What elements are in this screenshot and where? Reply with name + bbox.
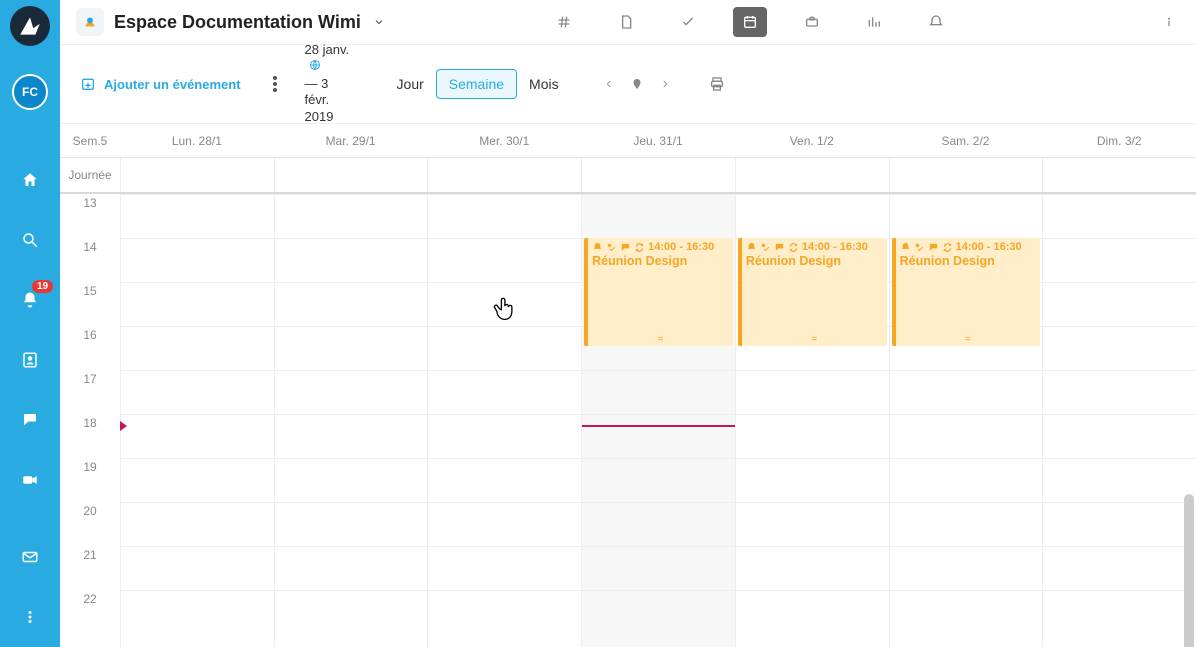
hour-label: 17 bbox=[60, 370, 120, 414]
documents-icon[interactable] bbox=[609, 7, 643, 37]
day-column[interactable]: 14:00 - 16:30Réunion Design= bbox=[581, 194, 735, 647]
search-icon[interactable] bbox=[0, 210, 60, 270]
today-button[interactable] bbox=[623, 70, 651, 98]
add-event-label: Ajouter un événement bbox=[104, 77, 241, 92]
calendar-toolbar: Ajouter un événement 28 janv. — 3 févr. … bbox=[60, 44, 1196, 124]
add-event-button[interactable]: Ajouter un événement bbox=[80, 76, 241, 92]
prev-week-button[interactable] bbox=[595, 70, 623, 98]
hour-label: 16 bbox=[60, 326, 120, 370]
calendar-grid: 13141516171819202122 14:00 - 16:30Réunio… bbox=[60, 194, 1196, 647]
calendar-event[interactable]: 14:00 - 16:30Réunion Design= bbox=[584, 238, 733, 346]
left-sidebar: FC 19 bbox=[0, 0, 60, 647]
workspace-chevron-icon[interactable] bbox=[365, 0, 393, 44]
day-header: Mer. 30/1 bbox=[427, 124, 581, 157]
avatar-initials: FC bbox=[22, 85, 38, 99]
main-area: Espace Documentation Wimi Ajouter un évé… bbox=[60, 0, 1196, 647]
day-column[interactable]: 14:00 - 16:30Réunion Design= bbox=[735, 194, 889, 647]
workspace-title: Espace Documentation Wimi bbox=[114, 12, 361, 33]
toolbar-more-icon[interactable] bbox=[265, 76, 285, 92]
day-header: Ven. 1/2 bbox=[735, 124, 889, 157]
day-column[interactable] bbox=[427, 194, 581, 647]
allday-row: Journée bbox=[60, 158, 1196, 194]
day-header: Sam. 2/2 bbox=[889, 124, 1043, 157]
home-icon[interactable] bbox=[0, 150, 60, 210]
app-logo[interactable] bbox=[10, 6, 50, 46]
view-week-button[interactable]: Semaine bbox=[436, 69, 517, 99]
days-columns: 14:00 - 16:30Réunion Design=14:00 - 16:3… bbox=[120, 194, 1196, 647]
top-bar: Espace Documentation Wimi bbox=[60, 0, 1196, 44]
calendar-event[interactable]: 14:00 - 16:30Réunion Design= bbox=[892, 238, 1041, 346]
notifications-badge: 19 bbox=[30, 278, 55, 295]
contacts-icon[interactable] bbox=[0, 330, 60, 390]
globe-icon bbox=[309, 59, 321, 76]
hour-label: 19 bbox=[60, 458, 120, 502]
week-number: Sem.5 bbox=[60, 124, 120, 157]
day-column[interactable] bbox=[120, 194, 274, 647]
info-icon[interactable] bbox=[1152, 7, 1186, 37]
hour-label: 22 bbox=[60, 590, 120, 634]
view-day-button[interactable]: Jour bbox=[385, 70, 436, 98]
hour-label: 18 bbox=[60, 414, 120, 458]
hour-label: 21 bbox=[60, 546, 120, 590]
now-indicator bbox=[582, 425, 735, 427]
meetings-icon[interactable] bbox=[795, 7, 829, 37]
alerts-icon[interactable] bbox=[919, 7, 953, 37]
reports-icon[interactable] bbox=[857, 7, 891, 37]
day-header: Dim. 3/2 bbox=[1042, 124, 1196, 157]
day-column[interactable] bbox=[1042, 194, 1196, 647]
workspace-icon[interactable] bbox=[76, 8, 104, 36]
view-month-button[interactable]: Mois bbox=[517, 70, 571, 98]
day-header: Jeu. 31/1 bbox=[581, 124, 735, 157]
calendar-icon[interactable] bbox=[733, 7, 767, 37]
hour-label: 14 bbox=[60, 238, 120, 282]
mail-icon[interactable] bbox=[0, 527, 60, 587]
day-header: Lun. 28/1 bbox=[120, 124, 274, 157]
hour-label: 20 bbox=[60, 502, 120, 546]
calendar-day-headers: Sem.5 Lun. 28/1 Mar. 29/1 Mer. 30/1 Jeu.… bbox=[60, 124, 1196, 158]
date-range: 28 janv. — 3 févr. 2019 bbox=[305, 42, 365, 126]
day-column[interactable]: 14:00 - 16:30Réunion Design= bbox=[889, 194, 1043, 647]
avatar[interactable]: FC bbox=[12, 74, 48, 110]
view-switch: Jour Semaine Mois bbox=[385, 69, 571, 99]
video-icon[interactable] bbox=[0, 450, 60, 510]
chat-icon[interactable] bbox=[0, 390, 60, 450]
nav-buttons bbox=[595, 70, 679, 98]
tasks-icon[interactable] bbox=[671, 7, 705, 37]
channels-icon[interactable] bbox=[547, 7, 581, 37]
notifications-icon[interactable]: 19 bbox=[0, 270, 60, 330]
hour-label: 15 bbox=[60, 282, 120, 326]
day-column[interactable] bbox=[274, 194, 428, 647]
hour-label: 13 bbox=[60, 194, 120, 238]
day-header: Mar. 29/1 bbox=[274, 124, 428, 157]
next-week-button[interactable] bbox=[651, 70, 679, 98]
print-icon[interactable] bbox=[703, 70, 731, 98]
hours-column: 13141516171819202122 bbox=[60, 194, 120, 647]
module-tabs bbox=[533, 7, 967, 37]
more-icon[interactable] bbox=[0, 587, 60, 647]
scrollbar[interactable] bbox=[1184, 494, 1194, 647]
allday-label: Journée bbox=[60, 158, 120, 192]
calendar-event[interactable]: 14:00 - 16:30Réunion Design= bbox=[738, 238, 887, 346]
